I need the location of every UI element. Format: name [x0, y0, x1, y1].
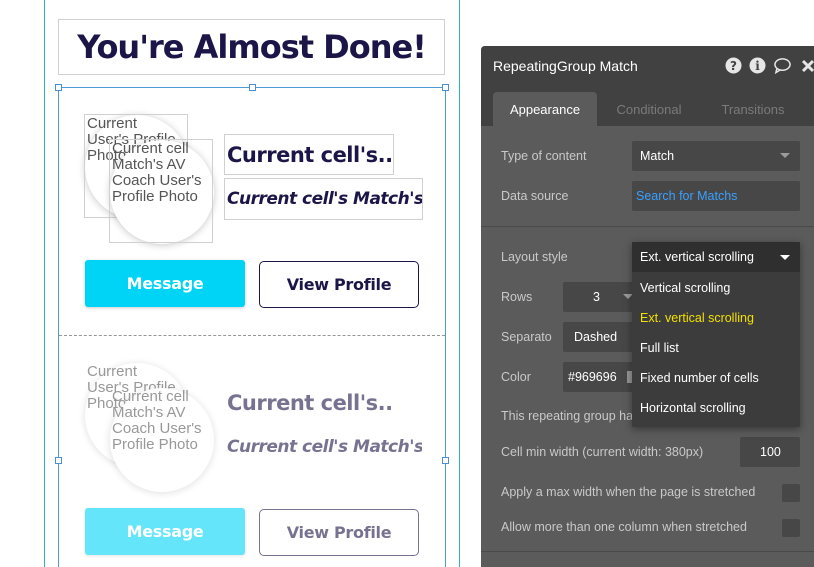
- bubble-editor: You're Almost Done! Current User's Profi…: [0, 0, 814, 567]
- color-field[interactable]: #969696: [563, 362, 643, 392]
- view-profile-button[interactable]: View Profile: [259, 509, 419, 556]
- panel-title: RepeatingGroup Match: [493, 58, 638, 74]
- photo-placeholder-text: Current cell Match's AV Coach User's Pro…: [112, 388, 202, 453]
- separator-select[interactable]: Dashed: [563, 322, 643, 352]
- page-title: You're Almost Done!: [77, 28, 427, 66]
- layout-style-select[interactable]: Ext. vertical scrolling: [632, 242, 800, 272]
- message-button[interactable]: Message: [85, 260, 245, 307]
- panel-tabs: Appearance Conditional Transitions: [481, 86, 814, 126]
- message-button[interactable]: Message: [85, 508, 245, 555]
- view-profile-button[interactable]: View Profile: [259, 261, 419, 308]
- chevron-down-icon: [780, 153, 790, 158]
- repeating-group-cell: Current User's Profile Photo Current cel…: [59, 336, 445, 567]
- data-source-field[interactable]: Search for Matchs: [632, 181, 800, 211]
- title-text-element[interactable]: You're Almost Done!: [58, 19, 445, 75]
- tab-transitions[interactable]: Transitions: [707, 92, 799, 126]
- coach-profile-photo[interactable]: Current cell Match's AV Coach User's Pro…: [109, 387, 213, 491]
- more-columns-label: Allow more than one column when stretche…: [501, 520, 747, 534]
- layout-option-ext-vertical-scrolling[interactable]: Ext. vertical scrolling: [640, 311, 754, 325]
- section-divider: [481, 551, 814, 552]
- repeating-group-cell: Current User's Profile Photo Current cel…: [59, 88, 445, 336]
- layout-option-fixed-number-of-cells[interactable]: Fixed number of cells: [640, 371, 759, 385]
- data-source-label: Data source: [501, 189, 569, 203]
- match-detail-text[interactable]: Current cell's Match's...: [224, 426, 423, 468]
- color-label: Color: [501, 370, 531, 384]
- rows-select[interactable]: 3: [563, 282, 643, 312]
- separator-label: Separato: [501, 330, 552, 344]
- info-icon[interactable]: i: [749, 57, 766, 74]
- cell-min-width-input[interactable]: 100: [740, 437, 800, 467]
- comment-icon[interactable]: [774, 57, 791, 74]
- rows-label: Rows: [501, 290, 533, 304]
- cell-min-width-label: Cell min width (current width: 380px): [501, 445, 704, 459]
- chevron-down-icon: [780, 255, 790, 260]
- tab-conditional[interactable]: Conditional: [603, 92, 695, 126]
- svg-text:?: ?: [730, 59, 737, 73]
- help-icon[interactable]: ?: [725, 57, 742, 74]
- type-of-content-label: Type of content: [501, 149, 587, 163]
- match-name-text[interactable]: Current cell's...: [224, 134, 394, 175]
- layout-option-horizontal-scrolling[interactable]: Horizontal scrolling: [640, 401, 746, 415]
- coach-profile-photo[interactable]: Current cell Match's AV Coach User's Pro…: [109, 139, 213, 243]
- layout-style-label: Layout style: [501, 250, 568, 264]
- more-columns-checkbox[interactable]: [782, 519, 800, 537]
- max-width-label: Apply a max width when the page is stret…: [501, 485, 756, 499]
- layout-option-full-list[interactable]: Full list: [640, 341, 679, 355]
- svg-text:i: i: [755, 59, 760, 73]
- max-width-checkbox[interactable]: [782, 484, 800, 502]
- match-detail-text[interactable]: Current cell's Match's...: [224, 178, 423, 220]
- layout-option-vertical-scrolling[interactable]: Vertical scrolling: [640, 281, 730, 295]
- panel-header: RepeatingGroup Match ? i: [481, 46, 814, 86]
- photo-placeholder-text: Current cell Match's AV Coach User's Pro…: [112, 140, 202, 205]
- type-of-content-select[interactable]: Match: [632, 141, 800, 171]
- header-option-label: This repeating group ha: [501, 409, 634, 423]
- tab-appearance[interactable]: Appearance: [493, 92, 597, 126]
- section-divider: [481, 226, 814, 227]
- match-name-text[interactable]: Current cell's...: [224, 382, 394, 423]
- close-icon[interactable]: [799, 57, 814, 74]
- layout-style-dropdown[interactable]: Ext. vertical scrolling Vertical scrolli…: [632, 242, 800, 427]
